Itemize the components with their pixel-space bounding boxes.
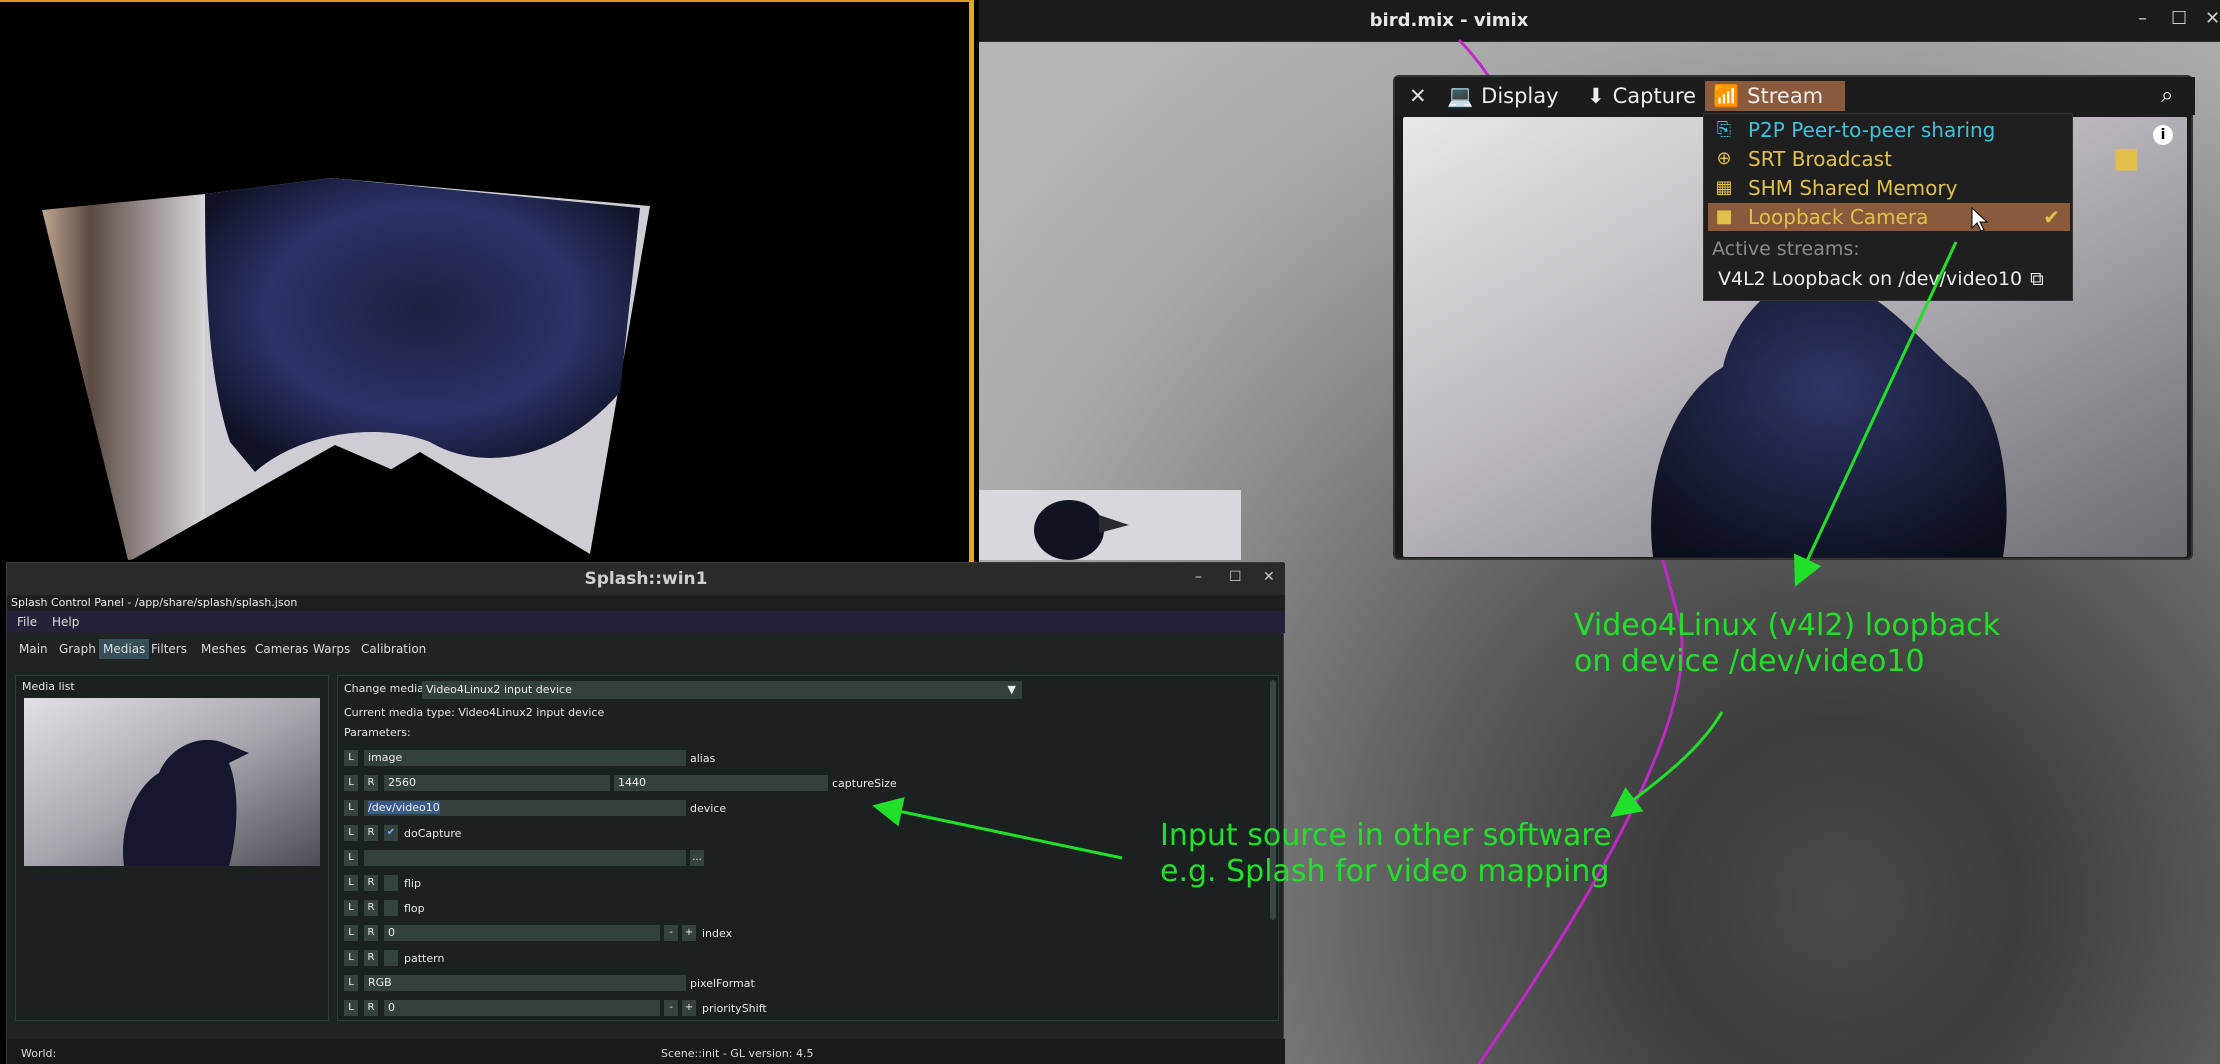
annotation-arrows [872,241,1958,860]
arrow-v4l2-to-input [1610,711,1724,818]
arrow-stream-to-label [1794,241,1958,587]
arrow-input-to-device [872,797,1123,860]
